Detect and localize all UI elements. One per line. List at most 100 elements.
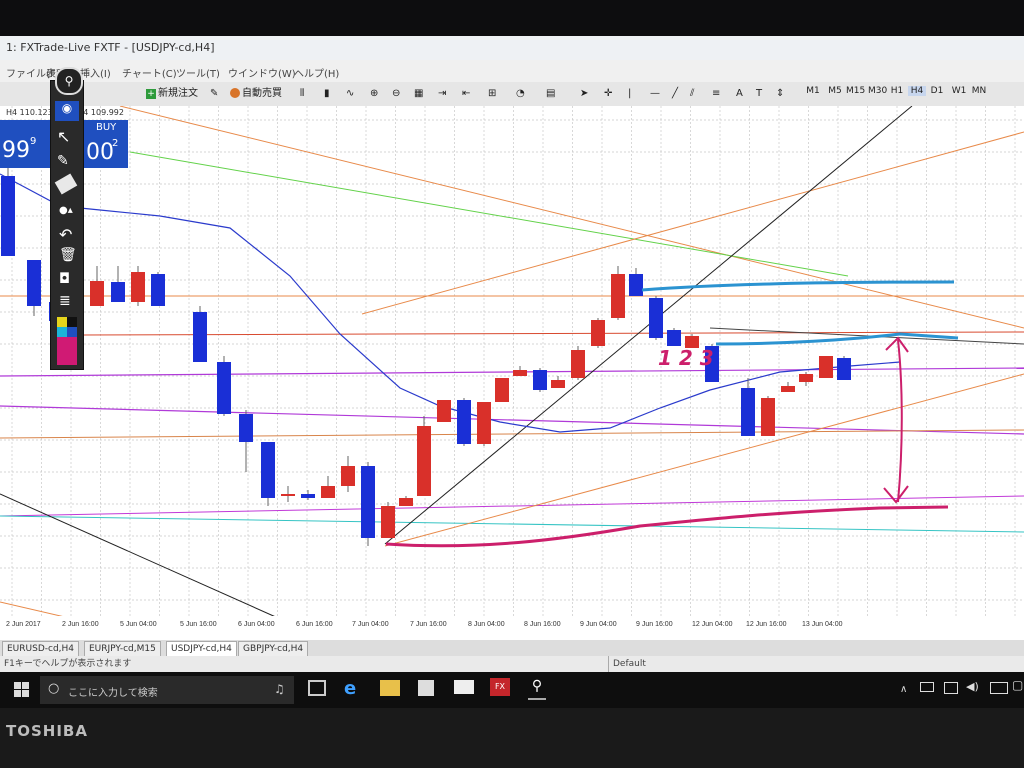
sell-price-sup: 9 [30,136,37,147]
zoom-in-icon[interactable]: ⊕ [370,85,378,103]
candle-body [399,498,413,506]
timeframe-m5[interactable]: M5 [826,86,844,96]
candle-chart-icon[interactable]: ▮ [324,85,330,103]
chart-area[interactable]: 2 Jun 2017 2 Jun 16:00 5 Jun 04:00 5 Jun 16… [0,106,1024,646]
tab-usdjpy[interactable]: USDJPY-cd,H4 [166,641,237,657]
menu-item-insert[interactable]: 挿入(I) [80,65,111,80]
menu-item-chart[interactable]: チャート(C) [122,65,177,80]
candle-body [261,442,275,498]
new-order-button[interactable]: + 新規注文 [146,85,198,103]
sell-panel[interactable]: 99 9 [0,120,50,168]
timeframe-d1[interactable]: D1 [928,86,946,96]
file-explorer-icon[interactable] [380,680,400,696]
timeframe-m1[interactable]: M1 [804,86,822,96]
battery-icon[interactable] [944,682,958,694]
buy-panel[interactable]: BUY 00 2 [84,120,128,168]
candle-body [513,370,527,376]
templates-icon[interactable]: ▤ [546,85,555,103]
tab-gbpjpy[interactable]: GBPJPY-cd,H4 [238,641,309,657]
drawing-tool-panel[interactable]: ⚲ ◉ ↖ ✎ ●▴ ↶ 🗑 ◘ ≣ [50,67,84,370]
options-icon[interactable]: ✎ [210,85,218,103]
line-chart-icon[interactable]: ∿ [346,85,354,103]
network-icon[interactable] [920,682,934,692]
pen-icon[interactable]: ✎ [57,153,69,169]
keyboard-icon[interactable] [990,682,1008,694]
menu-item-window[interactable]: ウインドウ(W) [228,65,296,80]
status-profile: Default [608,656,646,672]
color-swatch-black[interactable] [67,317,77,327]
timeframe-m30[interactable]: M30 [868,86,887,96]
time-axis-label: 9 Jun 16:00 [636,621,673,628]
timeframe-m15[interactable]: M15 [846,86,865,96]
color-swatch-blue[interactable] [67,327,77,337]
eraser-icon[interactable] [54,173,78,195]
microphone-icon[interactable]: ♫ [274,682,285,696]
menu-item-tools[interactable]: ツール(T) [176,65,220,80]
text-label-icon[interactable]: T [756,85,762,103]
arrows-icon[interactable]: ⇕ [776,85,784,103]
mail-icon[interactable] [454,680,474,694]
cursor-icon[interactable]: ➤ [580,85,588,103]
search-placeholder: ここに入力して検索 [68,688,158,699]
task-view-icon[interactable] [308,680,326,696]
trendline-icon[interactable]: ╱ [672,85,678,103]
notifications-icon[interactable]: ▢ [1012,678,1023,692]
time-axis-label: 2 Jun 16:00 [62,621,99,628]
undo-icon[interactable]: ↶ [59,225,72,244]
fibonacci-icon[interactable]: ≡ [712,85,720,103]
candle-body [837,358,851,380]
zoom-out-icon[interactable]: ⊖ [392,85,400,103]
auto-trade-button[interactable]: 自動売買 [230,85,282,103]
color-swatch-yellow[interactable] [57,317,67,327]
timeframe-h1[interactable]: H1 [888,86,906,96]
timeframe-w1[interactable]: W1 [950,86,968,96]
uptrend-line-black [384,106,913,545]
windows-start-icon[interactable] [14,682,30,698]
chart-canvas[interactable]: 2 Jun 2017 2 Jun 16:00 5 Jun 04:00 5 Jun 16… [0,106,1024,646]
support-level-cyan [0,515,1024,533]
bar-chart-icon[interactable]: ⫴ [300,85,304,103]
color-swatch-magenta[interactable] [57,337,77,365]
time-axis-label: 12 Jun 16:00 [746,621,787,628]
candle-body [381,506,395,538]
candle-body [761,398,775,436]
crosshair-icon[interactable]: ✛ [604,85,612,103]
pin-icon[interactable]: ⚲ [55,67,83,95]
timeframe-h4[interactable]: H4 [908,86,926,96]
edge-browser-icon[interactable]: e [344,678,356,699]
text-icon[interactable]: A [736,85,743,103]
horizontal-line-icon[interactable]: — [650,85,660,103]
menu-item-help[interactable]: ヘルプ(H) [294,65,339,80]
brush-size-icon[interactable]: ●▴ [59,205,73,216]
tab-eurjpy[interactable]: EURJPY-cd,M15 [84,641,161,657]
scroll-icon[interactable]: ⇥ [438,85,446,103]
camera-icon[interactable]: ◘ [59,271,70,287]
eye-icon[interactable]: ◉ [55,101,79,121]
color-swatch-cyan[interactable] [57,327,67,337]
taskbar-search-box[interactable]: ○ ここに入力して検索 ♫ [40,676,294,704]
candle-body [301,494,315,498]
candle-body [667,330,681,346]
volume-icon[interactable]: ◀) [966,680,979,693]
shift-icon[interactable]: ⇤ [462,85,470,103]
fx-app-icon[interactable]: FX [490,678,510,696]
candle-body [217,362,231,414]
pin-app-icon[interactable]: ⚲ [528,678,546,700]
list-icon[interactable]: ≣ [59,293,71,309]
taskbar: ○ ここに入力して検索 ♫ e FX ⚲ ∧ ◀) ▢ [0,672,1024,708]
arrow-cursor-icon[interactable]: ↖ [57,127,70,146]
laptop-bezel [0,708,1024,768]
buy-button[interactable]: BUY [96,122,116,133]
tray-chevron-icon[interactable]: ∧ [900,684,907,695]
candle-body [799,374,813,382]
auto-trade-icon [230,88,240,98]
vertical-line-icon[interactable]: | [628,85,631,103]
tile-windows-icon[interactable]: ▦ [414,85,423,103]
store-icon[interactable] [418,680,434,696]
trash-icon[interactable]: 🗑 [59,247,77,263]
channel-icon[interactable]: ⫽ [690,85,694,103]
tab-eurusd[interactable]: EURUSD-cd,H4 [2,641,80,657]
periods-icon[interactable]: ◔ [516,85,525,103]
indicators-icon[interactable]: ⊞ [488,85,496,103]
timeframe-mn[interactable]: MN [970,86,988,96]
